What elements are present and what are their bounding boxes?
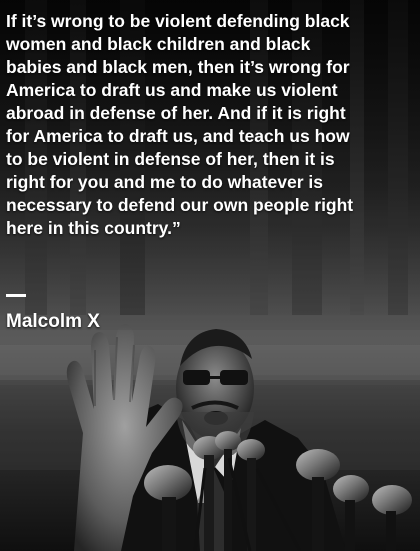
quote-line: to be violent in defense of her, then it… [6, 149, 335, 169]
quote-text: If it’s wrong to be violent defending bl… [6, 10, 410, 240]
quote-line: right for you and me to do whatever is [6, 172, 323, 192]
quote-line: If it’s wrong to be violent defending bl… [6, 11, 350, 31]
quote-line: America to draft us and make us violent [6, 80, 338, 100]
quote-line: babies and black men, then it’s wrong fo… [6, 57, 350, 77]
quote-line: abroad in defense of her. And if it is r… [6, 103, 346, 123]
author-dash [6, 294, 26, 297]
quote-author: Malcolm X [6, 311, 100, 332]
quote-line: here in this country.” [6, 218, 181, 238]
quote-line: necessary to defend our own people right [6, 195, 354, 215]
quote-line: for America to draft us, and teach us ho… [6, 126, 350, 146]
quote-line: women and black children and black [6, 34, 311, 54]
